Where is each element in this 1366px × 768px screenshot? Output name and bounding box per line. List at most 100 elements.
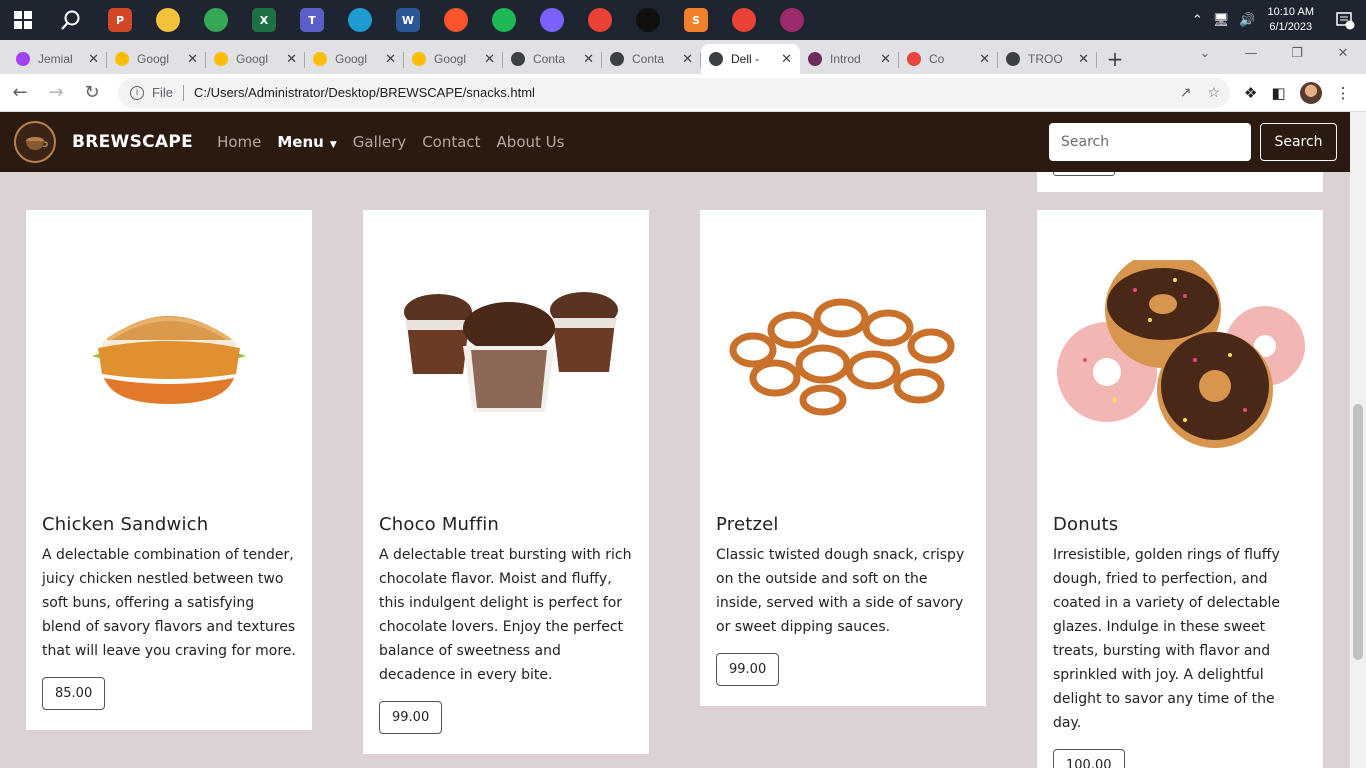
page-scrollbar[interactable] — [1350, 112, 1366, 768]
taskbar-app-file-explorer[interactable] — [144, 0, 192, 40]
taskbar-app-teams[interactable]: T — [288, 0, 336, 40]
site-search-input[interactable] — [1049, 123, 1251, 161]
file-explorer-icon — [156, 8, 180, 32]
nav-home-link[interactable]: Home — [217, 133, 261, 151]
extensions-icon[interactable]: ❖ — [1244, 84, 1257, 102]
tab-title: Jemial — [38, 52, 73, 66]
price-badge[interactable]: 99.00 — [379, 701, 443, 734]
close-tab-icon[interactable]: ✕ — [88, 51, 99, 67]
taskbar-app-gamebar[interactable] — [528, 0, 576, 40]
share-icon[interactable]: ↗ — [1180, 84, 1192, 101]
product-description: Irresistible, golden rings of fluffy dou… — [1053, 547, 1280, 731]
taskbar-app-powerpoint[interactable]: P — [96, 0, 144, 40]
nav-menu-dropdown[interactable]: Menu ▼ — [277, 133, 336, 151]
close-tab-icon[interactable]: ✕ — [781, 51, 792, 67]
site-navbar: BREWSCAPE Home Menu ▼ Gallery Contact Abo… — [0, 112, 1350, 172]
taskbar-app-word[interactable]: W — [384, 0, 432, 40]
product-title: Choco Muffin — [379, 514, 500, 535]
browser-tab[interactable]: Jemial ✕ — [8, 44, 107, 74]
back-button[interactable]: ← — [4, 77, 36, 109]
product-title: Pretzel — [716, 514, 779, 535]
nav-gallery-link[interactable]: Gallery — [353, 133, 406, 151]
new-tab-button[interactable]: + — [1097, 44, 1133, 74]
winrar-icon — [780, 8, 804, 32]
tab-title: Googl — [434, 52, 467, 66]
taskbar-app-spotify[interactable] — [480, 0, 528, 40]
taskbar-app-winrar[interactable] — [768, 0, 816, 40]
taskbar-app-chrome-profile[interactable] — [576, 0, 624, 40]
browser-tab[interactable]: Googl ✕ — [107, 44, 206, 74]
bookmark-star-icon[interactable]: ☆ — [1207, 84, 1220, 101]
taskbar-app-recorder[interactable] — [624, 0, 672, 40]
donuts-image — [1037, 210, 1323, 500]
system-tray: ⌃ 🖥 🔊 10:10 AM 6/1/2023 — [1192, 0, 1366, 40]
close-tab-icon[interactable]: ✕ — [187, 51, 198, 67]
browser-tab[interactable]: Introd ✕ — [800, 44, 899, 74]
price-badge[interactable]: 85.00 — [42, 677, 106, 710]
start-button[interactable] — [0, 0, 46, 40]
price-badge[interactable]: 100.00 — [1053, 749, 1125, 768]
taskbar-app-brave[interactable] — [432, 0, 480, 40]
taskbar-app-chrome[interactable] — [192, 0, 240, 40]
notifications-button[interactable] — [1330, 0, 1360, 40]
browser-tab[interactable]: Co ✕ — [899, 44, 998, 74]
browser-tab[interactable]: Googl ✕ — [305, 44, 404, 74]
gamebar-icon — [540, 8, 564, 32]
browser-tab[interactable]: Googl ✕ — [404, 44, 503, 74]
taskbar-app-chrome-profile-2[interactable] — [720, 0, 768, 40]
browser-tab[interactable]: Googl ✕ — [206, 44, 305, 74]
taskbar-app-edge[interactable] — [336, 0, 384, 40]
coffee-cup-logo-icon[interactable] — [14, 121, 56, 163]
taskbar-apps: P XT W S — [96, 0, 816, 40]
product-card: Chicken Sandwich A delectable combinatio… — [26, 210, 312, 730]
info-icon[interactable]: i — [130, 85, 144, 100]
taskbar-app-excel[interactable]: X — [240, 0, 288, 40]
browser-tab[interactable]: Dell - ✕ — [701, 44, 800, 74]
pretzel-image — [700, 210, 986, 500]
chrome-profile-2-icon — [732, 8, 756, 32]
nav-about-link[interactable]: About Us — [497, 133, 565, 151]
close-tab-icon[interactable]: ✕ — [385, 51, 396, 67]
minimize-icon[interactable]: — — [1228, 40, 1274, 68]
nav-contact-link[interactable]: Contact — [422, 133, 480, 151]
close-tab-icon[interactable]: ✕ — [1078, 51, 1089, 67]
reload-button[interactable]: ↻ — [76, 77, 108, 109]
taskbar-app-sublime[interactable]: S — [672, 0, 720, 40]
scrollbar-thumb[interactable] — [1353, 404, 1363, 660]
browser-tab[interactable]: Conta ✕ — [602, 44, 701, 74]
nav-menu-label: Menu — [277, 133, 324, 151]
taskbar-search-button[interactable] — [46, 0, 96, 40]
tab-title: Googl — [335, 52, 368, 66]
forward-button[interactable]: → — [40, 77, 72, 109]
brand-name[interactable]: BREWSCAPE — [72, 132, 193, 152]
close-tab-icon[interactable]: ✕ — [286, 51, 297, 67]
browser-tab[interactable]: Conta ✕ — [503, 44, 602, 74]
network-icon[interactable]: 🖥 — [1213, 13, 1230, 28]
tab-title: Conta — [632, 52, 665, 66]
close-tab-icon[interactable]: ✕ — [484, 51, 495, 67]
close-tab-icon[interactable]: ✕ — [880, 51, 891, 67]
sublime-icon: S — [684, 8, 708, 32]
close-tab-icon[interactable]: ✕ — [979, 51, 990, 67]
favicon-icon — [313, 52, 327, 66]
restore-icon[interactable]: ❐ — [1274, 40, 1320, 68]
side-panel-icon[interactable]: ◧ — [1271, 84, 1285, 102]
arrow-left-icon: ← — [12, 82, 28, 103]
previous-row-card-bottom — [1037, 172, 1323, 192]
kebab-menu-icon[interactable]: ⋮ — [1336, 84, 1351, 102]
price-badge[interactable]: 99.00 — [716, 653, 780, 686]
volume-icon[interactable]: 🔊 — [1239, 13, 1255, 28]
chevron-up-icon[interactable]: ⌃ — [1192, 13, 1203, 28]
url-text[interactable]: C:/Users/Administrator/Desktop/BREWSCAPE… — [194, 85, 535, 100]
product-card: Pretzel Classic twisted dough snack, cri… — [700, 210, 986, 706]
address-bar[interactable]: i File C:/Users/Administrator/Desktop/BR… — [118, 77, 1230, 108]
site-search-button[interactable]: Search — [1260, 123, 1337, 161]
profile-avatar[interactable] — [1299, 81, 1322, 104]
close-tab-icon[interactable]: ✕ — [583, 51, 594, 67]
tab-title: Co — [929, 52, 945, 66]
tab-search-icon[interactable]: ⌄ — [1182, 40, 1228, 68]
clock[interactable]: 10:10 AM 6/1/2023 — [1268, 5, 1314, 35]
browser-tab[interactable]: TROO ✕ — [998, 44, 1097, 74]
close-window-icon[interactable]: ✕ — [1320, 40, 1366, 68]
close-tab-icon[interactable]: ✕ — [682, 51, 693, 67]
